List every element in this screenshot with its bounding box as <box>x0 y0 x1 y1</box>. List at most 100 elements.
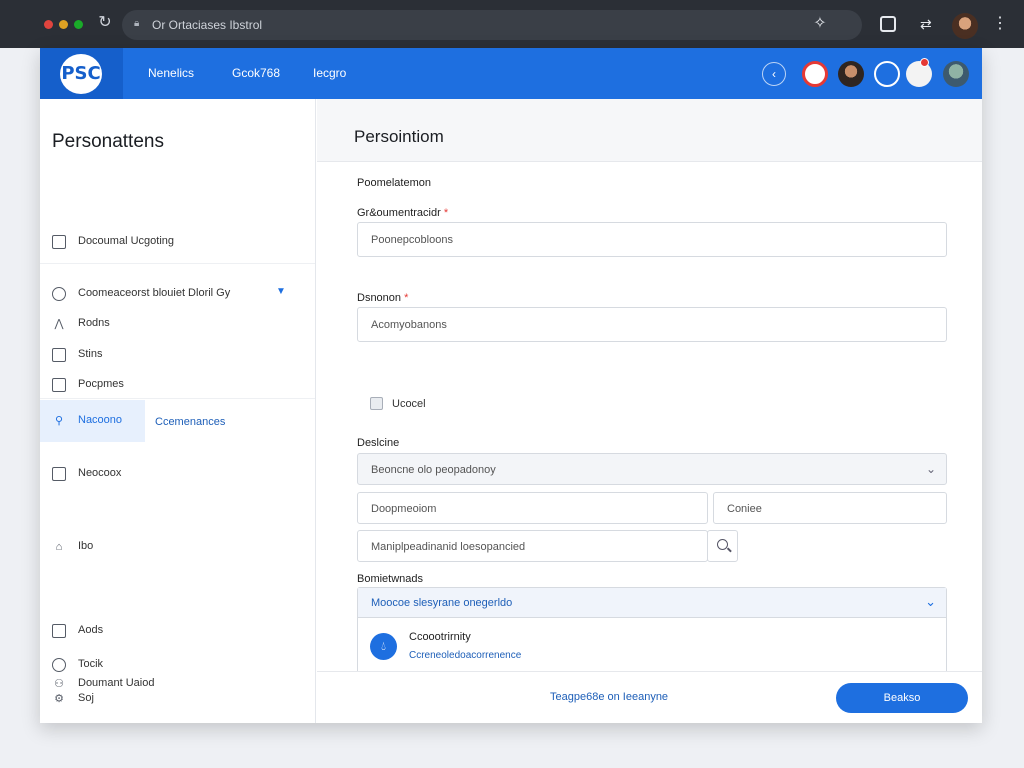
minimize-window-button[interactable] <box>59 20 68 29</box>
submit-button[interactable]: Beakso <box>836 683 968 713</box>
main-content: Persointiom Poomelatemon Gr&oumentracidr… <box>317 99 982 723</box>
app-header: PSC Nenelics Gcok768 Iecgro ‹ <box>40 48 982 99</box>
field2-input[interactable]: Acomyobanons <box>357 307 947 342</box>
back-arrow-icon[interactable]: ‹ <box>762 62 786 86</box>
section-label: Poomelatemon <box>357 177 431 189</box>
field3-placeholder: Doopmeoiom <box>371 503 437 515</box>
browser-menu-icon[interactable]: ⋮ <box>992 14 1008 34</box>
mail-icon <box>52 348 66 362</box>
search-input[interactable]: Maniplpeadinanid loesopancied <box>357 530 708 562</box>
user-icon: ⚇ <box>54 678 64 690</box>
sidebar-item-label: Aods <box>78 624 104 636</box>
folder-icon <box>52 378 66 392</box>
sidebar-item-label: Docoumal Ucgoting <box>78 235 174 247</box>
window-controls <box>44 20 83 29</box>
document-icon <box>52 235 66 249</box>
field2-placeholder: Acomyobanons <box>371 319 447 331</box>
sidebar-item-4[interactable]: Stins <box>40 342 315 368</box>
logo-container[interactable]: PSC <box>40 48 123 99</box>
maximize-window-button[interactable] <box>74 20 83 29</box>
form-footer: Teagpe68e on Ieeanyne Beakso <box>317 671 982 723</box>
panel-item-title: Ccoootrirnity <box>409 631 471 643</box>
field4-placeholder: Coniee <box>727 503 762 515</box>
field3-input[interactable]: Doopmeoiom <box>357 492 708 524</box>
accordion-header[interactable]: Moocoe slesyrane onegerldo ⌄ <box>358 588 946 618</box>
sidebar-item-3[interactable]: ⋀ Rodns <box>40 311 315 337</box>
sidebar-item-label: Pocpmes <box>78 378 124 390</box>
search-placeholder: Maniplpeadinanid loesopancied <box>371 541 526 553</box>
card-icon <box>52 624 66 638</box>
shield-icon[interactable] <box>874 61 900 87</box>
divider <box>40 398 315 399</box>
sidebar-item-label: Neocoox <box>78 467 122 479</box>
nav-link-2[interactable]: Gcok768 <box>232 66 280 80</box>
sidebar-aside-link[interactable]: Ccemenances <box>155 416 225 428</box>
sidebar-item-7[interactable]: Neocoox <box>40 461 315 487</box>
close-window-button[interactable] <box>44 20 53 29</box>
bookmark-icon[interactable]: ✧ <box>810 14 830 34</box>
section2-label: Deslcine <box>357 437 400 449</box>
page-title: Persointiom <box>354 127 444 146</box>
checkbox-label: Ucocel <box>392 398 426 410</box>
browser-toolbar: ↻ 🔒︎ Or Ortaciases Ibstrol ✧ ⇄ ⋮ <box>0 0 1024 48</box>
user-avatar-1[interactable] <box>838 61 864 87</box>
sidebar-item-12[interactable] <box>40 721 315 723</box>
sidebar-item-label: Tocik <box>78 658 104 670</box>
extension-icon[interactable] <box>880 16 896 32</box>
sidebar-item-label: Doumant Uaiod <box>78 677 155 689</box>
sidebar: Personattens Docoumal Ucgoting Coomeaceo… <box>40 99 316 723</box>
cast-icon[interactable]: ⇄ <box>920 16 938 32</box>
share-icon: ⋀ <box>54 318 64 330</box>
chevron-down-icon: ⌄ <box>925 594 936 609</box>
field1-placeholder: Poonepcobloons <box>371 234 453 246</box>
notification-badge <box>920 58 929 67</box>
accordion-header-text: Moocoe slesyrane onegerldo <box>371 597 513 609</box>
nav-link-1[interactable]: Nenelics <box>148 66 194 80</box>
user-avatar-3[interactable] <box>943 61 969 87</box>
reload-icon[interactable]: ↻ <box>96 14 114 32</box>
sidebar-item-label: Coomeaceorst blouiet Dloril Gy <box>78 287 231 299</box>
field4-input[interactable]: Coniee <box>713 492 947 524</box>
field2-label-text: Dsnonon <box>357 292 402 304</box>
sidebar-title: Personattens <box>52 131 164 152</box>
select-value: Beoncne olo peopadonoy <box>371 464 496 476</box>
home-icon: ⌂ <box>55 541 63 553</box>
app-window: PSC Nenelics Gcok768 Iecgro ‹ Personatte… <box>40 48 982 723</box>
field1-label: Gr&oumentracidr * <box>357 207 449 219</box>
sidebar-item-label: Ibo <box>78 540 94 552</box>
sidebar-item-label: Nacoono <box>78 414 123 426</box>
water-drop-icon: 💧︎ <box>370 633 397 660</box>
address-bar[interactable]: 🔒︎ Or Ortaciases Ibstrol <box>122 10 862 40</box>
person-icon: ⚲ <box>54 415 64 427</box>
divider <box>40 263 315 264</box>
app-logo: PSC <box>60 54 102 94</box>
chevron-down-icon: ⌄ <box>925 462 936 476</box>
panel-item-link[interactable]: Ccreneoledoacorrenence <box>409 650 521 661</box>
field1-input[interactable]: Poonepcobloons <box>357 222 947 257</box>
nav-link-3[interactable]: Iecgro <box>313 66 346 80</box>
field1-label-text: Gr&oumentracidr <box>357 207 441 219</box>
section3-label: Bomietwnads <box>357 573 424 585</box>
profile-avatar[interactable] <box>952 13 978 39</box>
search-icon <box>717 539 728 550</box>
circle-icon <box>52 658 66 672</box>
document-icon <box>52 467 66 481</box>
sidebar-item-user[interactable]: ⚇ Doumant Uaiod <box>40 671 315 697</box>
url-text: Or Ortaciases Ibstrol <box>152 18 263 32</box>
select-dropdown[interactable]: Beoncne olo peopadonoy ⌄ <box>357 453 947 485</box>
sidebar-item-active[interactable]: ⚲ Nacoono <box>40 400 145 442</box>
sidebar-item-label: Stins <box>78 348 103 360</box>
checkbox[interactable] <box>370 397 383 410</box>
chevron-down-icon[interactable]: ▼ <box>276 286 286 297</box>
sidebar-item-5[interactable]: Pocpmes <box>40 372 315 398</box>
notification-avatar[interactable] <box>802 61 828 87</box>
lock-icon: 🔒︎ <box>134 18 140 29</box>
circle-icon <box>52 287 66 301</box>
sidebar-item-8[interactable]: ⌂ Ibo <box>40 534 315 560</box>
search-button[interactable] <box>707 530 738 562</box>
footer-link[interactable]: Teagpe68e on Ieeanyne <box>550 691 668 703</box>
sidebar-item-1[interactable]: Docoumal Ucgoting <box>40 229 315 255</box>
sidebar-item-9[interactable]: Aods <box>40 618 315 644</box>
sidebar-item-2[interactable]: Coomeaceorst blouiet Dloril Gy <box>40 281 315 307</box>
page-header: Persointiom <box>317 99 982 162</box>
